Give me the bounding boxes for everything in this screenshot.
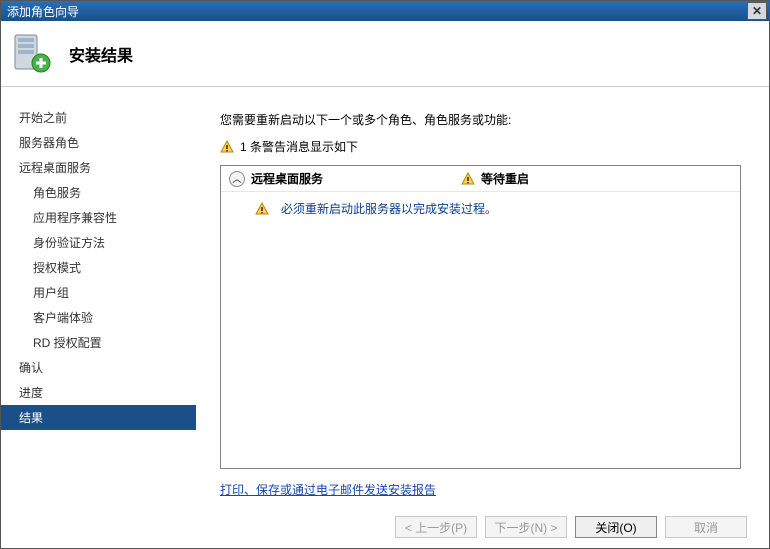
- window-title: 添加角色向导: [7, 3, 747, 20]
- page-title: 安装结果: [69, 42, 133, 66]
- sidebar-item-6[interactable]: 授权模式: [1, 255, 196, 280]
- intro-text: 您需要重新启动以下一个或多个角色、角色服务或功能:: [220, 111, 741, 128]
- button-bar: < 上一步(P) 下一步(N) > 关闭(O) 取消: [1, 506, 769, 548]
- cancel-button: 取消: [665, 516, 747, 538]
- close-window-button[interactable]: ✕: [747, 2, 767, 20]
- next-button: 下一步(N) >: [485, 516, 567, 538]
- service-status-text: 等待重启: [481, 170, 529, 187]
- sidebar-item-1[interactable]: 服务器角色: [1, 130, 196, 155]
- sidebar-item-2[interactable]: 远程桌面服务: [1, 155, 196, 180]
- results-panel-body: 必须重新启动此服务器以完成安装过程。: [221, 192, 740, 225]
- report-link[interactable]: 打印、保存或通过电子邮件发送安装报告: [220, 481, 436, 498]
- warning-icon: [220, 140, 234, 154]
- content-area: 您需要重新启动以下一个或多个角色、角色服务或功能: 1 条警告消息显示如下 ︿ …: [196, 87, 769, 506]
- warning-icon: [255, 202, 269, 216]
- warning-icon: [461, 172, 475, 186]
- wizard-header: 安装结果: [1, 21, 769, 87]
- service-status: 等待重启: [461, 170, 529, 187]
- service-name: 远程桌面服务: [251, 170, 461, 187]
- sidebar-item-8[interactable]: 客户端体验: [1, 305, 196, 330]
- sidebar: 开始之前服务器角色远程桌面服务角色服务应用程序兼容性身份验证方法授权模式用户组客…: [1, 87, 196, 506]
- sidebar-item-0[interactable]: 开始之前: [1, 105, 196, 130]
- titlebar: 添加角色向导 ✕: [1, 1, 769, 21]
- sidebar-item-12[interactable]: 结果: [1, 405, 196, 430]
- results-panel-header[interactable]: ︿ 远程桌面服务 等待重启: [221, 166, 740, 192]
- warning-summary-text: 1 条警告消息显示如下: [240, 138, 358, 155]
- server-role-icon: [13, 33, 51, 75]
- result-message: 必须重新启动此服务器以完成安装过程。: [255, 200, 740, 217]
- warning-summary: 1 条警告消息显示如下: [220, 138, 741, 155]
- result-message-text: 必须重新启动此服务器以完成安装过程。: [281, 200, 497, 217]
- prev-button: < 上一步(P): [395, 516, 477, 538]
- sidebar-item-10[interactable]: 确认: [1, 355, 196, 380]
- results-panel: ︿ 远程桌面服务 等待重启 必须重新启动此服务器以完成安装过程。: [220, 165, 741, 469]
- sidebar-item-7[interactable]: 用户组: [1, 280, 196, 305]
- chevron-up-icon[interactable]: ︿: [229, 171, 245, 187]
- close-button[interactable]: 关闭(O): [575, 516, 657, 538]
- wizard-body: 开始之前服务器角色远程桌面服务角色服务应用程序兼容性身份验证方法授权模式用户组客…: [1, 87, 769, 506]
- sidebar-item-9[interactable]: RD 授权配置: [1, 330, 196, 355]
- sidebar-item-11[interactable]: 进度: [1, 380, 196, 405]
- close-icon: ✕: [752, 4, 762, 18]
- sidebar-item-4[interactable]: 应用程序兼容性: [1, 205, 196, 230]
- wizard-window: 添加角色向导 ✕ 安装结果 开始之前服务器角色远程桌面服务角色服务应用程序兼容性…: [0, 0, 770, 549]
- sidebar-item-5[interactable]: 身份验证方法: [1, 230, 196, 255]
- sidebar-item-3[interactable]: 角色服务: [1, 180, 196, 205]
